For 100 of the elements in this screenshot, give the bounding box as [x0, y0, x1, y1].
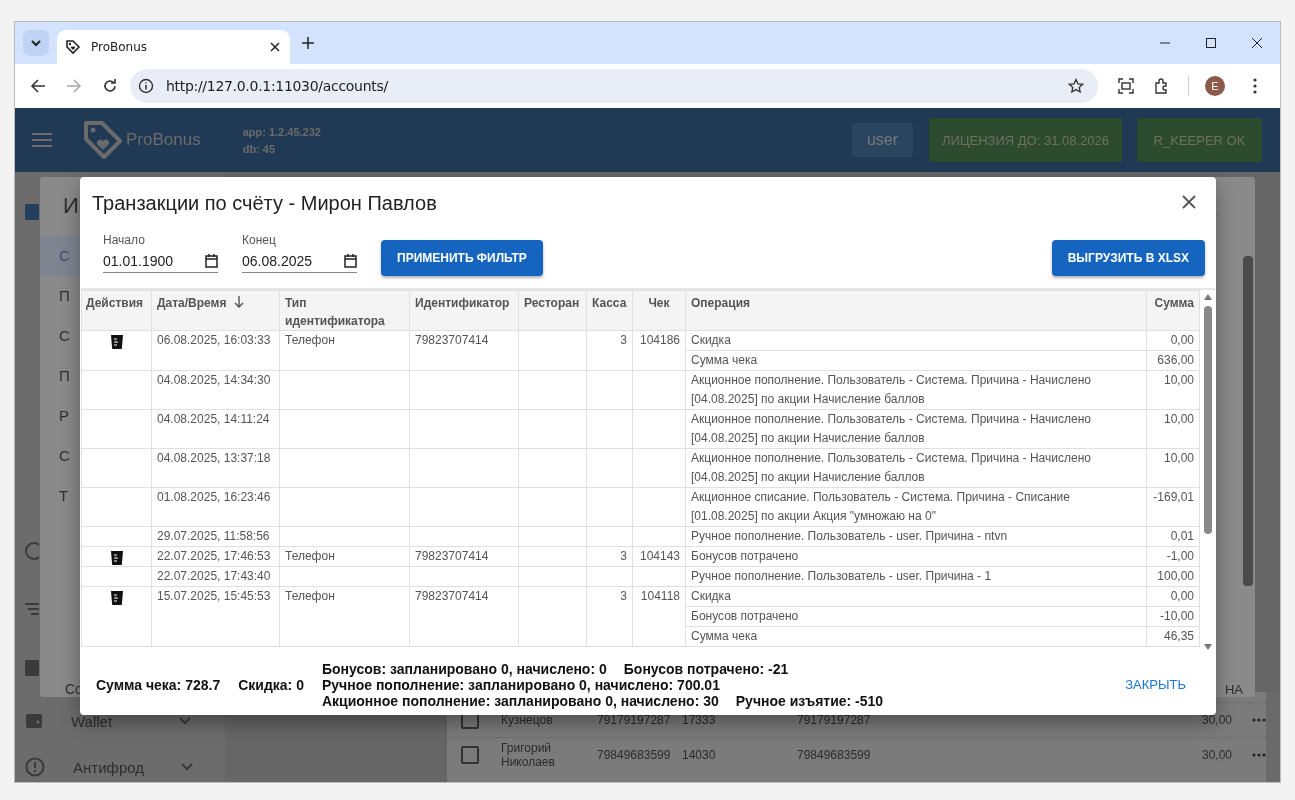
table-cell-text: 0,00	[1169, 588, 1195, 605]
column-header[interactable]: Действия	[81, 290, 152, 331]
table-cell-text: 30,00	[1200, 748, 1232, 762]
column-header[interactable]: Тип идентификатора	[279, 290, 410, 331]
dialog-title: Транзакции по счёту - Мирон Павлов	[92, 190, 438, 215]
scroll-up-icon[interactable]	[1203, 294, 1212, 300]
db-version: db: 45	[242, 142, 277, 155]
list-item[interactable]: П	[40, 276, 80, 316]
table-cell	[586, 370, 633, 410]
calendar-icon[interactable]	[205, 254, 218, 268]
receipt-icon[interactable]	[110, 551, 123, 565]
list-item[interactable]: П	[40, 356, 80, 396]
logo-text: ProBonus	[126, 130, 201, 150]
table-cell: 04.08.2025, 14:34:30	[151, 370, 280, 410]
table-cell: 01.08.2025, 16:23:46	[151, 487, 280, 527]
back-icon[interactable]	[30, 78, 46, 94]
more-icon[interactable]	[1252, 718, 1266, 722]
table-cell-text: 79179197287	[797, 713, 872, 727]
table-cell: Телефон	[279, 546, 410, 567]
table-cell-text: 10,00	[1162, 372, 1195, 389]
table-cell-text: 10,00	[1162, 450, 1195, 467]
browser-tab[interactable]: ProBonus	[57, 30, 290, 64]
info-icon[interactable]	[138, 78, 154, 94]
calendar-icon[interactable]	[344, 254, 357, 268]
list-item[interactable]: С	[40, 436, 80, 476]
receipt-icon[interactable]	[110, 591, 123, 605]
new-tab-icon[interactable]	[302, 37, 314, 49]
table-cell: Ручное пополнение. Пользователь - user. Причина - ntvn	[686, 527, 1147, 546]
table-cell: 06.08.2025, 16:03:33	[151, 330, 280, 371]
table-cell: Ручное пополнение. Пользователь - user. Причина - 1	[686, 567, 1147, 586]
table-cell-text: 46,35	[1162, 628, 1195, 645]
table-cell: 3	[586, 586, 633, 647]
column-header[interactable]: Идентификатор	[409, 290, 519, 331]
menu-icon[interactable]	[1253, 78, 1257, 94]
table-cell-text: 79849683599	[597, 748, 672, 762]
column-header[interactable]: Дата/Время	[151, 290, 280, 331]
date-field[interactable]: Начало 01.01.1900	[103, 233, 218, 273]
table-cell-text: 100,00	[1156, 568, 1195, 585]
summary-text: Ручное пополнение: запланировано 0, начислено: 700.01	[321, 676, 720, 693]
table-cell: 3	[586, 546, 633, 567]
scrollbar[interactable]	[1266, 692, 1280, 782]
table-cell: Акционное пополнение. Пользователь - Система. Причина - Начислено [04.08.2025] по акции Начисление баллов	[686, 410, 1147, 448]
alert-icon	[25, 757, 45, 777]
table-cell: 29.07.2025, 11:58:56	[151, 526, 280, 547]
column-header[interactable]: Касса	[586, 290, 633, 331]
table-cell-text: -10,00	[1158, 608, 1195, 625]
apply-filter-button[interactable]: ПРИМЕНИТЬ ФИЛЬТР	[381, 240, 543, 276]
screen-capture-icon[interactable]	[1118, 78, 1134, 94]
reload-icon[interactable]	[102, 78, 118, 94]
list-item[interactable]: С	[40, 316, 80, 356]
maximize-icon[interactable]	[1205, 37, 1217, 49]
table-cell-text: 10,00	[1162, 411, 1195, 428]
column-header[interactable]: Сумма	[1146, 290, 1200, 331]
close-icon[interactable]	[1182, 195, 1196, 209]
close-button[interactable]: ЗАКРЫТЬ	[1117, 671, 1194, 698]
checkbox[interactable]	[461, 746, 479, 764]
table-cell: Телефон	[279, 586, 410, 647]
date-field[interactable]: Конец 06.08.2025	[242, 233, 357, 273]
table-cell	[518, 370, 587, 410]
list-item[interactable]: Р	[40, 396, 80, 436]
export-button[interactable]: ВЫГРУЗИТЬ В XLSX	[1051, 240, 1205, 276]
table-cell	[586, 487, 633, 527]
table-cell: 104143	[632, 546, 686, 567]
tag-icon	[65, 39, 81, 55]
scroll-down-icon[interactable]	[1203, 644, 1212, 650]
table-cell-text: 30,00	[1200, 713, 1232, 727]
sort-down-icon[interactable]	[233, 296, 244, 308]
column-header[interactable]: Операция	[685, 290, 1147, 331]
table-cell-text: -1,00	[1165, 548, 1195, 565]
table-cell-text: 79849683599	[797, 748, 872, 762]
chevron-icon	[181, 763, 193, 771]
close-icon[interactable]	[1251, 37, 1263, 49]
table-cell-text: 0,01	[1169, 528, 1195, 545]
tag-heart-icon	[82, 119, 124, 161]
column-header: НА	[1224, 682, 1243, 697]
chevron-down-icon	[30, 39, 42, 47]
list-item[interactable]: Т	[40, 476, 80, 516]
wallet-icon	[25, 712, 43, 730]
column-header[interactable]: Ресторан	[518, 290, 587, 331]
table-cell: 104118	[632, 586, 686, 647]
table-cell: 15.07.2025, 15:45:53	[151, 586, 280, 647]
table-cell	[586, 409, 633, 449]
url-text: http://127.0.0.1:11030/accounts/	[166, 78, 388, 94]
column-header[interactable]: Чек	[632, 290, 686, 331]
extensions-icon[interactable]	[1154, 78, 1170, 94]
more-icon[interactable]	[1252, 753, 1266, 757]
tab-search-button[interactable]	[23, 30, 49, 56]
address-bar[interactable]: http://127.0.0.1:11030/accounts/	[130, 69, 1098, 103]
table-cell: Акционное пополнение. Пользователь - Система. Причина - Начислено [04.08.2025] по акции Начисление баллов	[686, 371, 1147, 409]
customer-name: Кузнецов	[501, 713, 554, 727]
star-icon[interactable]	[1068, 78, 1084, 94]
table-cell-text: 14030	[682, 748, 717, 762]
table-cell	[586, 566, 633, 587]
close-icon[interactable]	[270, 42, 280, 52]
table-cell	[518, 566, 587, 587]
receipt-icon[interactable]	[110, 335, 123, 349]
summary-text: Бонусов: запланировано 0, начислено: 0	[321, 660, 607, 677]
profile-avatar[interactable]: E	[1205, 76, 1225, 96]
table-cell-text: 0,00	[1169, 332, 1195, 349]
table-cell: Бонусов потрачено	[686, 547, 1147, 566]
